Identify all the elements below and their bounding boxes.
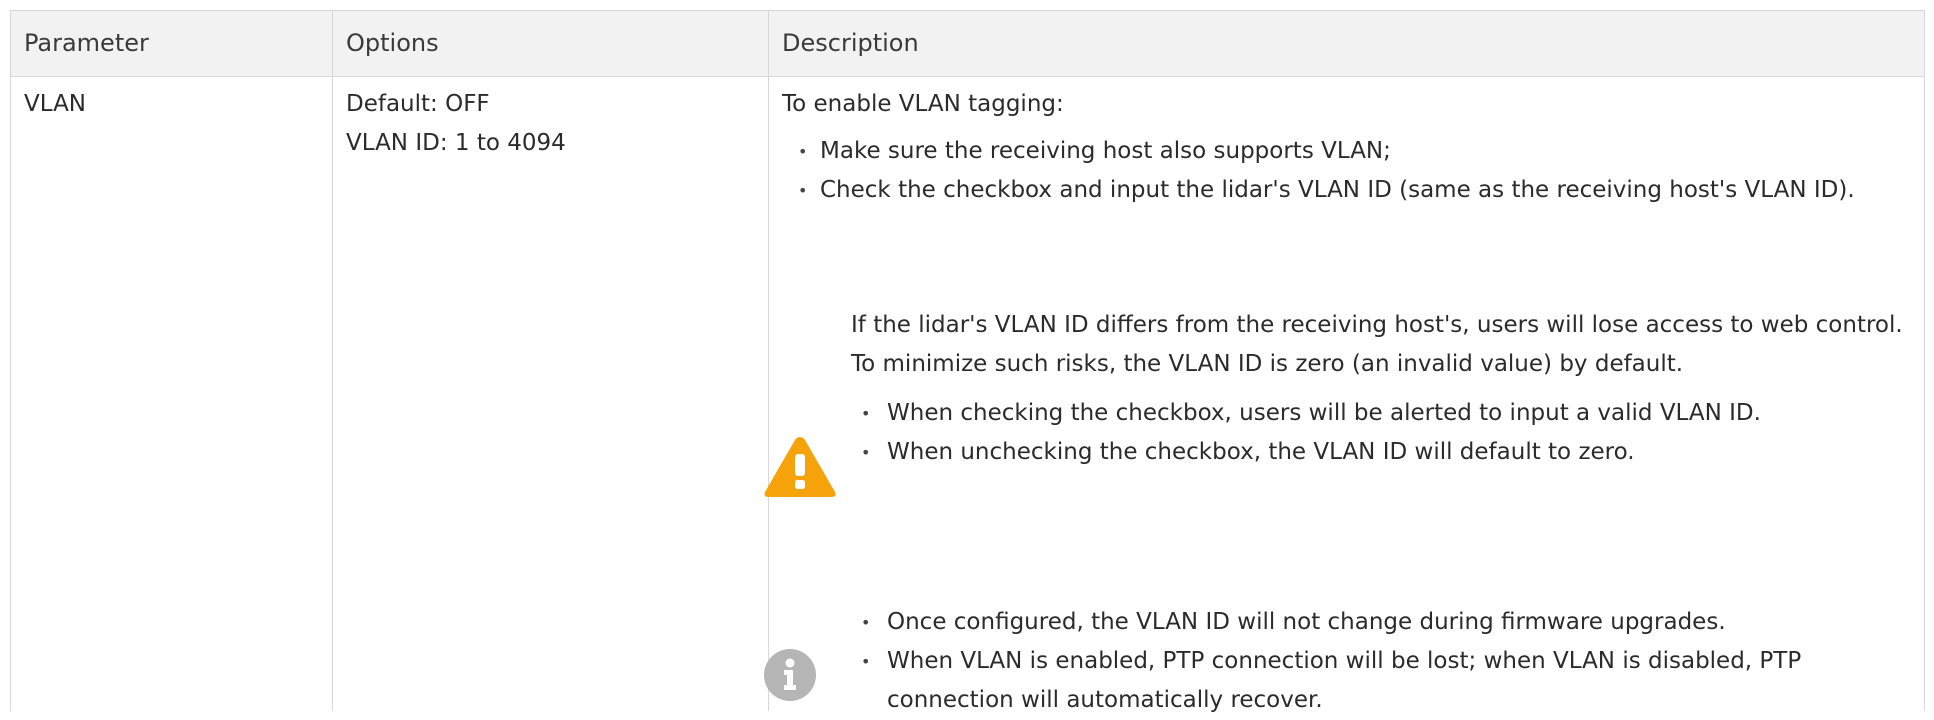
list-item: Once configured, the VLAN ID will not ch…	[851, 603, 1925, 642]
info-items: Once configured, the VLAN ID will not ch…	[851, 603, 1925, 720]
description-steps: Make sure the receiving host also suppor…	[782, 132, 1915, 210]
table-header-row: Parameter Options Description	[11, 11, 1925, 77]
list-item: Check the checkbox and input the lidar's…	[782, 171, 1915, 210]
warning-icon	[763, 434, 837, 500]
table-right-border	[1924, 11, 1925, 711]
table-row: VLAN Default: OFF VLAN ID: 1 to 4094 To …	[11, 77, 1925, 713]
header-options: Options	[333, 11, 769, 76]
list-item: When VLAN is enabled, PTP connection wil…	[851, 642, 1925, 720]
header-parameter: Parameter	[11, 11, 333, 76]
info-note: Once configured, the VLAN ID will not ch…	[764, 603, 1925, 713]
warning-text: If the lidar's VLAN ID differs from the …	[851, 312, 1903, 377]
parameter-table: Parameter Options Description VLAN Defau…	[10, 10, 1925, 713]
info-icon	[763, 648, 817, 702]
warning-note: If the lidar's VLAN ID differs from the …	[764, 306, 1925, 562]
warning-items: When checking the checkbox, users will b…	[851, 394, 1925, 472]
cell-description: To enable VLAN tagging: Make sure the re…	[764, 77, 1925, 713]
option-vlan-id-range: VLAN ID: 1 to 4094	[346, 130, 566, 156]
header-description: Description	[782, 29, 919, 57]
list-item: Make sure the receiving host also suppor…	[782, 132, 1915, 171]
option-default: Default: OFF	[346, 91, 490, 117]
list-item: When unchecking the checkbox, the VLAN I…	[851, 433, 1925, 472]
description-intro: To enable VLAN tagging:	[782, 91, 1064, 117]
list-item: When checking the checkbox, users will b…	[851, 394, 1925, 433]
cell-options: Default: OFF VLAN ID: 1 to 4094	[333, 77, 769, 711]
cell-parameter: VLAN	[11, 77, 333, 711]
